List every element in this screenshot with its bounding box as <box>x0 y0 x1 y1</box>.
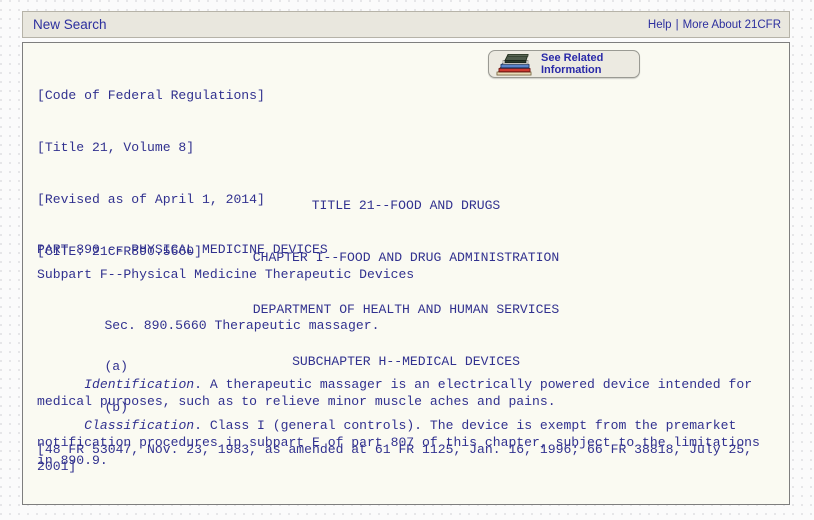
cfr-document-panel: [Code of Federal Regulations] [Title 21,… <box>22 42 790 505</box>
see-related-information-label: See Related Information <box>541 52 603 76</box>
part-heading: PART 890 -- PHYSICAL MEDICINE DEVICES <box>37 242 328 257</box>
subpart-heading: Subpart F--Physical Medicine Therapeutic… <box>37 267 415 282</box>
section-heading-text: Sec. 890.5660 Therapeutic massager. <box>104 318 380 334</box>
cfr-header-line-1: [Code of Federal Regulations] <box>37 87 265 103</box>
top-navigation-bar: New Search Help | More About 21CFR <box>22 11 790 38</box>
help-link[interactable]: Help <box>648 19 672 31</box>
paragraph-a-marker: (a) <box>104 359 129 375</box>
stack-of-books-icon <box>495 51 535 77</box>
nav-right-links: Help | More About 21CFR <box>648 19 781 31</box>
page-root: New Search Help | More About 21CFR [Code… <box>0 0 814 520</box>
paragraph-b-marker: (b) <box>104 400 129 416</box>
new-search-link[interactable]: New Search <box>33 17 107 32</box>
more-about-21cfr-link[interactable]: More About 21CFR <box>683 19 781 31</box>
paragraph-b-term: Classification <box>84 417 195 433</box>
cfr-header-line-2: [Title 21, Volume 8] <box>37 140 195 156</box>
see-related-information-button[interactable]: See Related Information <box>488 50 640 78</box>
title-line-1: TITLE 21--FOOD AND DRUGS <box>311 197 501 213</box>
related-label-line1: See Related <box>541 52 604 64</box>
related-label-line2: Information <box>541 64 602 76</box>
federal-register-citation: [48 FR 53047, Nov. 23, 1983, as amended … <box>37 442 760 475</box>
nav-separator: | <box>675 18 679 31</box>
